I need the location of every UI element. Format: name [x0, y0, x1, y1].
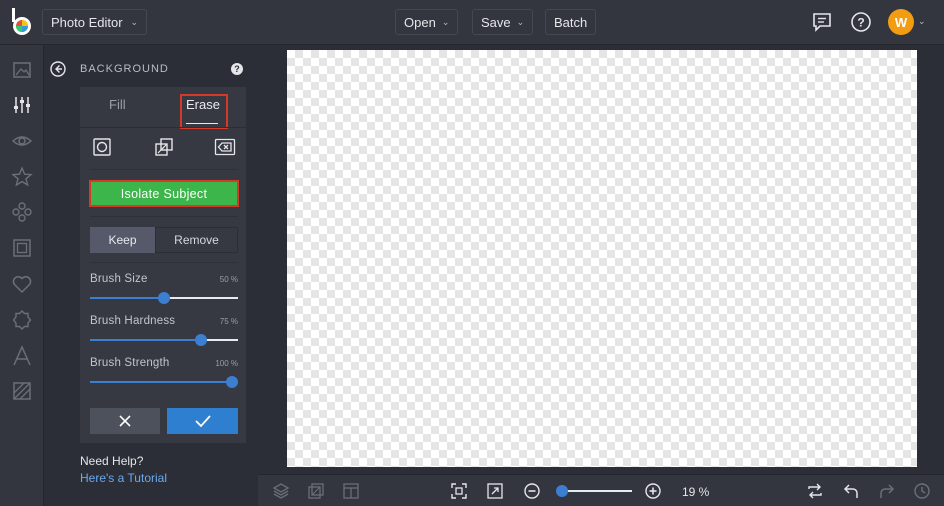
chevron-down-icon: ⌄ [516, 16, 525, 27]
brush-strength-slider[interactable] [90, 376, 238, 388]
star-icon[interactable] [11, 166, 33, 188]
apply-button[interactable] [167, 408, 238, 434]
heart-icon[interactable] [11, 273, 33, 295]
zoom-in-icon[interactable] [644, 482, 662, 500]
section-divider [90, 262, 238, 263]
texture-icon[interactable] [11, 380, 33, 402]
crop-overlay-icon[interactable] [307, 482, 325, 500]
slider-fill [90, 381, 238, 383]
redo-icon[interactable] [878, 482, 896, 500]
zoom-slider[interactable] [560, 490, 632, 492]
zoom-slider-knob[interactable] [556, 485, 568, 497]
brush-size-value: 50 % [219, 275, 238, 284]
zoom-percentage: 19 % [682, 485, 710, 499]
avatar[interactable]: W [888, 9, 914, 35]
app-title-text: Photo Editor [51, 14, 123, 30]
transparent-canvas[interactable] [287, 50, 917, 467]
slider-knob[interactable] [158, 292, 170, 304]
tab-erase[interactable]: Erase [186, 97, 220, 112]
batch-label: Batch [554, 14, 588, 30]
help-icon[interactable]: ? [850, 11, 872, 33]
open-label: Open [404, 14, 436, 30]
need-help-text: Need Help? [80, 454, 144, 468]
eraser-icon[interactable] [214, 136, 236, 158]
history-icon[interactable] [913, 482, 931, 500]
back-arrow-icon[interactable] [50, 61, 66, 77]
fit-screen-icon[interactable] [450, 482, 468, 500]
tutorial-link[interactable]: Here's a Tutorial [80, 471, 167, 485]
expand-icon[interactable] [486, 482, 504, 500]
save-menu-button[interactable]: Save ⌄ [472, 9, 534, 35]
batch-button[interactable]: Batch [545, 9, 597, 35]
layers-swap-icon[interactable] [153, 136, 175, 158]
badge-icon[interactable] [11, 309, 33, 331]
panel-help-icon[interactable]: ? [231, 63, 243, 75]
checkmark-icon [194, 415, 211, 428]
text-icon[interactable] [11, 345, 33, 367]
brush-size-slider[interactable] [90, 292, 238, 304]
keep-button[interactable]: Keep [90, 227, 155, 253]
subject-select-icon[interactable] [91, 136, 113, 158]
section-divider [90, 216, 238, 217]
cancel-button[interactable] [90, 408, 160, 434]
brush-hardness-slider[interactable] [90, 334, 238, 346]
tab-fill[interactable]: Fill [109, 97, 126, 112]
brush-strength-label: Brush Strength [90, 357, 170, 369]
chevron-down-icon: ⌄ [441, 16, 450, 27]
layout-icon[interactable] [342, 482, 360, 500]
eye-icon[interactable] [11, 130, 33, 152]
active-tab-underline [186, 123, 218, 124]
shapes-icon[interactable] [11, 201, 33, 223]
zoom-out-icon[interactable] [523, 482, 541, 500]
slider-fill [90, 339, 201, 341]
undo-icon[interactable] [842, 482, 860, 500]
slider-fill [90, 297, 164, 299]
adjustments-icon[interactable] [11, 94, 33, 116]
svg-text:?: ? [857, 16, 864, 30]
section-divider [90, 169, 238, 170]
chevron-down-icon: ⌄ [130, 16, 139, 27]
app-logo-icon[interactable] [8, 7, 36, 37]
image-icon[interactable] [11, 59, 33, 81]
close-icon [119, 415, 131, 427]
slider-knob[interactable] [226, 376, 238, 388]
isolate-subject-button[interactable]: Isolate Subject [91, 182, 237, 205]
brush-hardness-value: 75 % [219, 317, 238, 326]
frame-icon[interactable] [11, 237, 33, 259]
open-menu-button[interactable]: Open ⌄ [395, 9, 459, 35]
app-title-dropdown[interactable]: Photo Editor ⌄ [42, 9, 148, 35]
layers-icon[interactable] [272, 482, 290, 500]
brush-size-label: Brush Size [90, 273, 148, 285]
remove-button[interactable]: Remove [155, 227, 238, 253]
save-label: Save [481, 14, 511, 30]
chevron-down-icon[interactable]: ⌄ [918, 16, 926, 27]
brush-hardness-label: Brush Hardness [90, 315, 176, 327]
panel-title: BACKGROUND [80, 63, 169, 75]
brush-strength-value: 100 % [215, 359, 238, 368]
feedback-chat-icon[interactable] [811, 11, 833, 33]
flip-icon[interactable] [806, 482, 824, 500]
slider-knob[interactable] [195, 334, 207, 346]
tab-divider [80, 127, 246, 128]
